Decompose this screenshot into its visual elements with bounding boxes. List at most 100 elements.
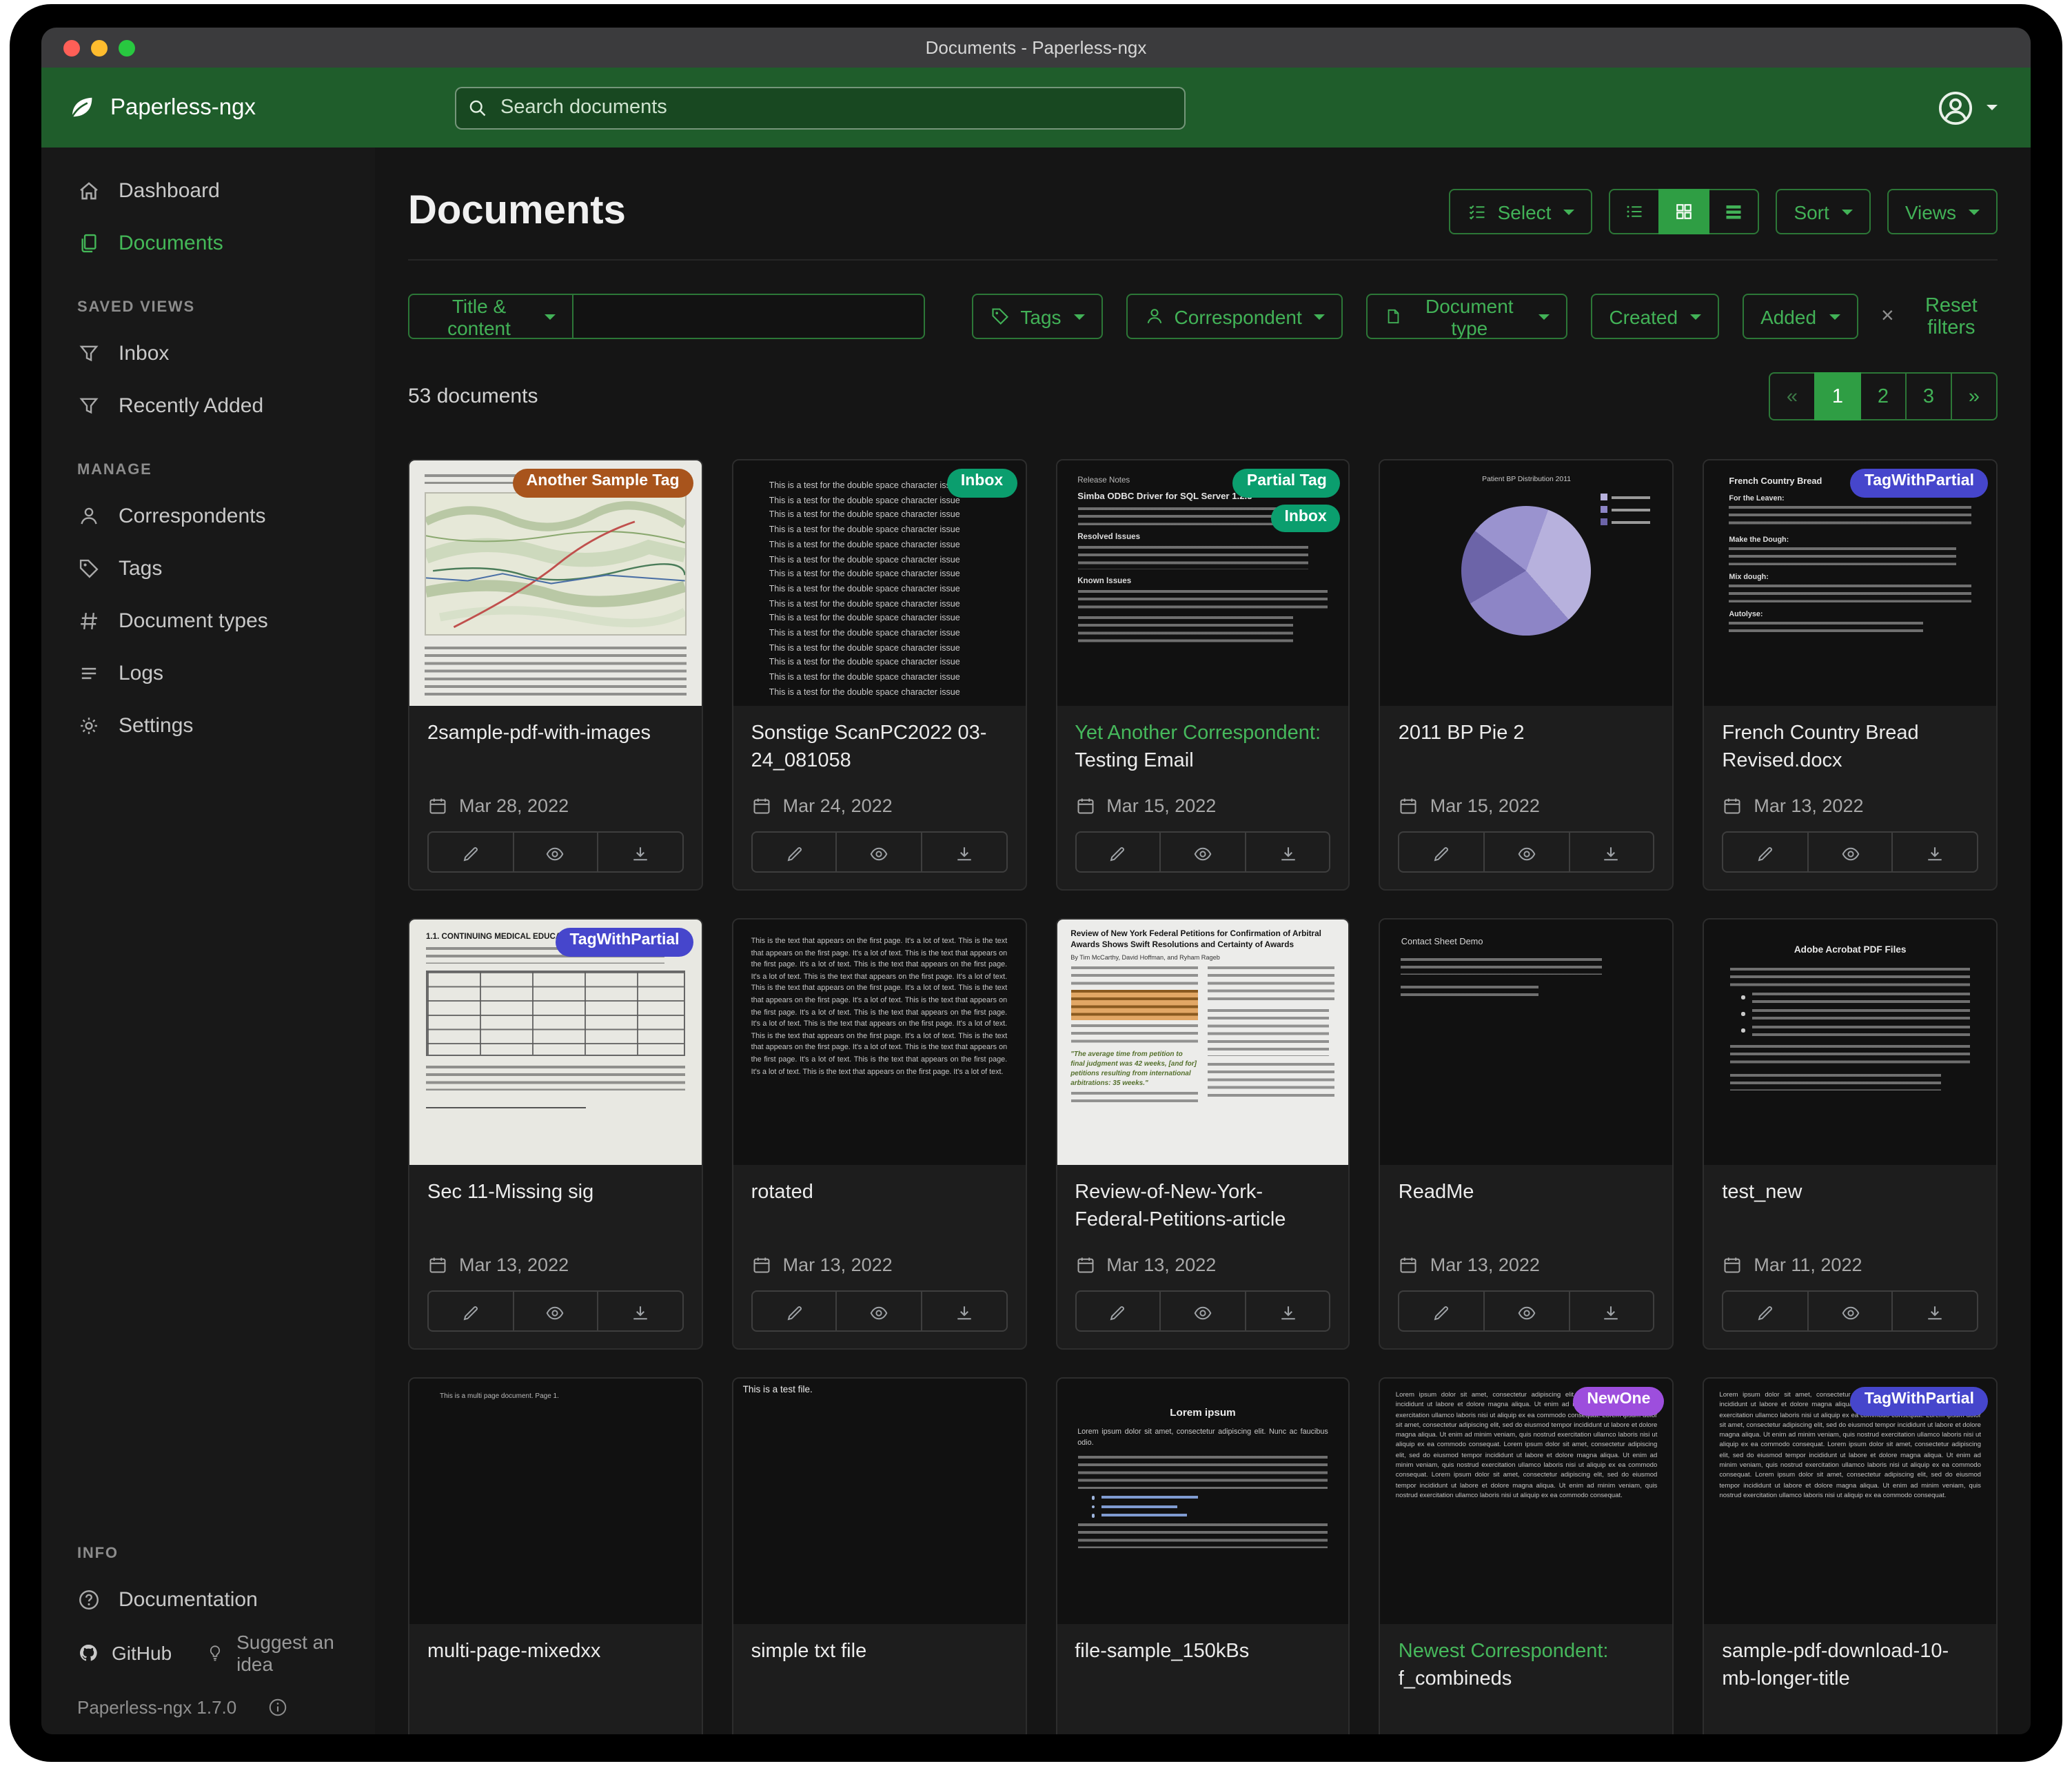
info-icon[interactable] <box>267 1697 287 1718</box>
edit-button[interactable] <box>753 833 836 873</box>
download-button[interactable] <box>597 833 682 873</box>
document-title[interactable]: file-sample_150kBs <box>1075 1639 1331 1700</box>
sidebar-item-documents[interactable]: Documents <box>41 216 375 269</box>
download-button[interactable] <box>1568 833 1653 873</box>
document-title[interactable]: French Country Bread Revised.docx <box>1722 721 1978 782</box>
document-title[interactable]: multi-page-mixedxx <box>427 1639 684 1700</box>
pagination-prev[interactable]: « <box>1769 372 1816 420</box>
correspondent-filter-button[interactable]: Correspondent <box>1126 294 1343 339</box>
sidebar-item-recently-added[interactable]: Recently Added <box>41 379 375 432</box>
preview-button[interactable] <box>1483 833 1568 873</box>
preview-button[interactable] <box>1159 1292 1244 1332</box>
download-button[interactable] <box>1892 833 1977 873</box>
preview-button[interactable] <box>1807 1292 1892 1332</box>
document-thumbnail[interactable]: Review of New York Federal Petitions for… <box>1057 920 1349 1165</box>
github-link[interactable]: GitHub <box>77 1642 172 1664</box>
document-card[interactable]: This is a test for the double space char… <box>732 459 1027 891</box>
sidebar-item-settings[interactable]: Settings <box>41 699 375 751</box>
document-title[interactable]: Sonstige ScanPC2022 03-24_081058 <box>751 721 1008 782</box>
preview-button[interactable] <box>512 1292 597 1332</box>
tags-filter-button[interactable]: Tags <box>972 294 1102 339</box>
document-card[interactable]: Lorem ipsum Lorem ipsum dolor sit amet, … <box>1055 1377 1350 1734</box>
download-button[interactable] <box>1892 1292 1977 1332</box>
title-content-filter-button[interactable]: Title & content <box>408 294 573 339</box>
document-card[interactable]: 1.1. CONTINUING MEDICAL EDUCA TagWithPar… <box>408 918 703 1350</box>
document-card[interactable]: Review of New York Federal Petitions for… <box>1055 918 1350 1350</box>
document-thumbnail[interactable]: Lorem ipsum dolor sit amet, consectetur … <box>1704 1379 1996 1624</box>
sidebar-item-logs[interactable]: Logs <box>41 647 375 699</box>
preview-button[interactable] <box>836 833 921 873</box>
edit-button[interactable] <box>1723 1292 1807 1332</box>
edit-button[interactable] <box>429 1292 512 1332</box>
document-card[interactable]: Release Notes Simba ODBC Driver for SQL … <box>1055 459 1350 891</box>
document-title[interactable]: Review-of-New-York-Federal-Petitions-art… <box>1075 1180 1331 1241</box>
tag-badge[interactable]: Inbox <box>1270 504 1340 532</box>
pagination-page-2[interactable]: 2 <box>1860 372 1907 420</box>
tag-badge[interactable]: TagWithPartial <box>556 928 693 956</box>
document-card[interactable]: Patient BP Distribution 2011 2011 BP Pie… <box>1379 459 1674 891</box>
edit-button[interactable] <box>1723 833 1807 873</box>
tag-badge[interactable]: TagWithPartial <box>1851 1387 1988 1415</box>
document-thumbnail[interactable]: This is a test for the double space char… <box>733 460 1026 706</box>
document-card[interactable]: Another Sample Tag 2sample-pdf-with-imag… <box>408 459 703 891</box>
document-card[interactable]: Contact Sheet Demo ReadMe Mar 13, 2022 <box>1379 918 1674 1350</box>
views-button[interactable]: Views <box>1887 189 1998 234</box>
sidebar-item-inbox[interactable]: Inbox <box>41 327 375 379</box>
document-thumbnail[interactable]: 1.1. CONTINUING MEDICAL EDUCA TagWithPar… <box>409 920 702 1165</box>
view-list-button[interactable] <box>1609 189 1660 234</box>
reset-filters-button[interactable]: × Reset filters <box>1881 294 1998 338</box>
correspondent-link[interactable]: Yet Another Correspondent: <box>1075 722 1321 744</box>
search-input[interactable] <box>455 86 1186 129</box>
document-card[interactable]: This is a test file. simple txt file <box>732 1377 1027 1734</box>
document-title[interactable]: Newest Correspondent: f_combineds <box>1399 1639 1655 1700</box>
tag-badge[interactable]: NewOne <box>1573 1387 1664 1415</box>
preview-button[interactable] <box>1483 1292 1568 1332</box>
user-menu[interactable] <box>1937 89 2006 126</box>
sidebar-item-document-types[interactable]: Document types <box>41 594 375 647</box>
pagination-page-1[interactable]: 1 <box>1814 372 1861 420</box>
document-card[interactable]: Adobe Acrobat PDF Files test_new <box>1703 918 1998 1350</box>
document-thumbnail[interactable]: Contact Sheet Demo <box>1381 920 1673 1165</box>
zoom-button[interactable] <box>119 39 135 56</box>
preview-button[interactable] <box>1159 833 1244 873</box>
document-thumbnail[interactable]: Adobe Acrobat PDF Files <box>1704 920 1996 1165</box>
document-title[interactable]: 2sample-pdf-with-images <box>427 721 684 782</box>
edit-button[interactable] <box>1400 833 1483 873</box>
correspondent-link[interactable]: Newest Correspondent: <box>1399 1641 1609 1663</box>
document-card[interactable]: This is a multi page document. Page 1. m… <box>408 1377 703 1734</box>
download-button[interactable] <box>1568 1292 1653 1332</box>
edit-button[interactable] <box>753 1292 836 1332</box>
app-logo[interactable]: Paperless-ngx <box>66 92 411 123</box>
added-filter-button[interactable]: Added <box>1743 294 1858 339</box>
document-thumbnail[interactable]: Another Sample Tag <box>409 460 702 706</box>
document-title[interactable]: sample-pdf-download-10-mb-longer-title <box>1722 1639 1978 1700</box>
document-card[interactable]: Lorem ipsum dolor sit amet, consectetur … <box>1379 1377 1674 1734</box>
download-button[interactable] <box>1245 1292 1330 1332</box>
document-title[interactable]: Sec 11-Missing sig <box>427 1180 684 1241</box>
download-button[interactable] <box>597 1292 682 1332</box>
document-card[interactable]: Lorem ipsum dolor sit amet, consectetur … <box>1703 1377 1998 1734</box>
document-thumbnail[interactable]: This is the text that appears on the fir… <box>733 920 1026 1165</box>
minimize-button[interactable] <box>91 39 108 56</box>
edit-button[interactable] <box>429 833 512 873</box>
view-grid-button[interactable] <box>1658 189 1709 234</box>
document-thumbnail[interactable]: Lorem ipsum Lorem ipsum dolor sit amet, … <box>1057 1379 1349 1624</box>
close-button[interactable] <box>63 39 80 56</box>
sidebar-item-dashboard[interactable]: Dashboard <box>41 164 375 216</box>
edit-button[interactable] <box>1400 1292 1483 1332</box>
tag-badge[interactable]: Another Sample Tag <box>513 469 693 497</box>
document-title[interactable]: 2011 BP Pie 2 <box>1399 721 1655 782</box>
pagination-page-3[interactable]: 3 <box>1905 372 1952 420</box>
document-thumbnail[interactable]: Patient BP Distribution 2011 <box>1381 460 1673 706</box>
document-title[interactable]: Yet Another Correspondent: Testing Email <box>1075 721 1331 782</box>
preview-button[interactable] <box>1807 833 1892 873</box>
document-title[interactable]: simple txt file <box>751 1639 1008 1700</box>
document-card[interactable]: This is the text that appears on the fir… <box>732 918 1027 1350</box>
sidebar-item-documentation[interactable]: Documentation <box>41 1573 375 1625</box>
edit-button[interactable] <box>1076 1292 1159 1332</box>
document-thumbnail[interactable]: This is a test file. <box>733 1379 1026 1624</box>
document-title[interactable]: test_new <box>1722 1180 1978 1241</box>
document-title[interactable]: rotated <box>751 1180 1008 1241</box>
sort-button[interactable]: Sort <box>1776 189 1870 234</box>
suggest-idea-link[interactable]: Suggest an idea <box>205 1631 358 1675</box>
